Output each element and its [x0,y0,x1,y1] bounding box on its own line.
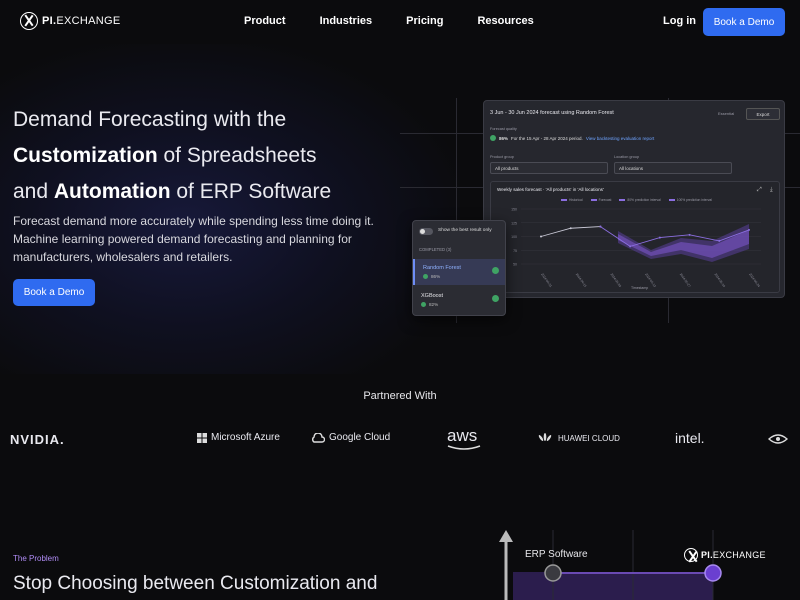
logo-microsoft-azure: Microsoft Azure [197,432,280,443]
toggle-label: Show the best result only [438,228,492,233]
arrow-head-icon [499,530,513,542]
logo-nvidia: NVIDIA. [10,432,65,447]
nav-resources[interactable]: Resources [477,15,533,27]
product-group-label: Product group [490,155,514,159]
nvidia-eye-icon [768,434,788,444]
brand-logo[interactable]: PI.EXCHANGE [20,12,121,30]
quality-label: Forecast quality [490,127,517,131]
results-popover: Show the best result only COMPLETED (3) … [412,220,506,316]
export-button[interactable]: Export [746,108,780,120]
hero-book-demo-button[interactable]: Book a Demo [13,279,95,306]
mockup-title: 3 Jun - 30 Jun 2024 forecast using Rando… [490,110,614,116]
data-point-forecast [718,239,721,242]
x-tick-label: 2024-04-15 [575,272,588,288]
location-group-select[interactable]: All locations [614,162,732,174]
check-circle-icon [492,295,499,302]
data-point-historical [540,235,542,238]
chart-plot: 150 125 100 75 50 2024-04-01 2024-04-15 2024-04… [511,208,761,288]
quality-value-row: 86% For the 15 Apr - 28 Apr 2024 period.… [490,135,654,141]
erp-marker [544,564,562,582]
data-point-forecast [688,233,691,236]
x-tick-label: 2024-04-01 [540,272,553,288]
logo-huawei-cloud: HUAWEI CLOUD [536,432,620,444]
best-result-toggle[interactable] [419,228,433,235]
comparison-visual [499,530,722,600]
nav-product[interactable]: Product [244,15,286,27]
location-group-label: Location group [614,155,640,159]
aws-smile-icon [447,445,481,450]
top-nav: PI.EXCHANGE Product Industries Pricing R… [0,0,800,44]
evaluation-report-link[interactable]: View backtesting evaluation report [586,136,654,141]
score-icon [423,274,428,279]
data-point-historical [569,227,572,230]
logo-aws: aws [447,426,481,450]
x-axis-label: Timestamp [631,286,649,290]
problem-title: Stop Choosing between Customization and [13,573,378,594]
completed-header: COMPLETED (3) [419,247,452,252]
result-item-random-forest[interactable]: Random Forest 86% [413,259,505,285]
problem-tag: The Problem [13,554,59,563]
comparison-band [513,572,713,600]
data-point-forecast [748,228,750,231]
data-point-forecast [629,245,632,248]
piexchange-marker [704,564,722,582]
product-group-select[interactable]: All products [490,162,608,174]
x-tick-label: 2024-06-24 [748,272,761,288]
nav-industries[interactable]: Industries [320,15,373,27]
chart-toolbar-icon[interactable]: ⤢ [757,187,762,194]
check-circle-icon [490,135,496,141]
y-tick-label: 125 [511,221,517,225]
logo-nvidia-eye [768,433,788,445]
logo-icon [20,12,38,30]
x-tick-label: 2024-06-10 [714,272,727,288]
data-point-forecast [599,225,602,228]
y-tick-label: 100 [511,235,517,239]
hero-title: Demand Forecasting with the Customizatio… [13,108,332,203]
forecast-chart: Weekly sales forecast · 'All products' i… [490,181,780,293]
logo-intel: intel. [675,430,705,446]
microsoft-icon [197,432,207,443]
x-tick-label: 2024-04-29 [610,272,623,288]
app-mockup: 3 Jun - 30 Jun 2024 forecast using Rando… [483,100,785,298]
y-tick-label: 150 [511,208,517,212]
y-tick-label: 50 [513,263,517,267]
nav-book-demo-button[interactable]: Book a Demo [703,8,785,36]
logo-icon [684,548,698,562]
erp-software-label: ERP Software [525,549,588,560]
plan-tag: Essential [718,111,735,116]
logo-google-cloud: Google Cloud [311,432,390,443]
y-tick-label: 75 [513,249,517,253]
huawei-icon [538,433,552,441]
cloud-icon [312,432,325,443]
download-icon[interactable]: ⤓ [770,187,773,194]
result-item-xgboost[interactable]: XGBoost 82% [413,287,505,313]
hero-subtitle: Forecast demand more accurately while sp… [13,214,374,264]
x-tick-label: 2024-05-27 [679,272,692,288]
login-link[interactable]: Log in [663,15,696,27]
piexchange-viz-logo: PI.EXCHANGE [684,548,766,562]
score-icon [421,302,426,307]
partners-label: Partnered With [363,390,437,402]
data-point-forecast [658,236,661,239]
nav-links: Product Industries Pricing Resources [244,15,568,27]
nav-pricing[interactable]: Pricing [406,15,443,27]
check-circle-icon [492,267,499,274]
